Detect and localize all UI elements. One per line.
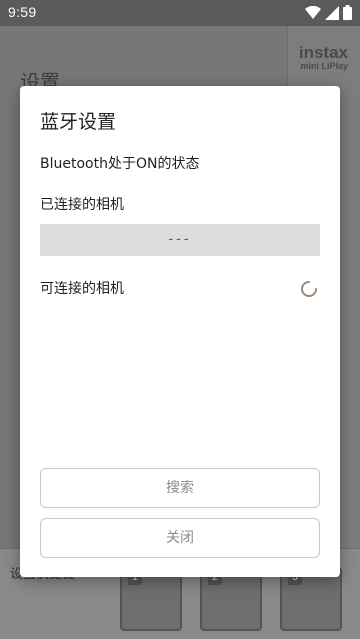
battery-icon bbox=[343, 5, 352, 20]
instax-logo: instax mini LiPlay bbox=[298, 43, 348, 71]
loading-spinner-icon bbox=[300, 280, 318, 298]
dialog-title: 蓝牙设置 bbox=[40, 111, 117, 133]
close-button[interactable]: 关闭 bbox=[40, 518, 320, 558]
status-icons bbox=[305, 5, 352, 20]
wifi-icon bbox=[305, 5, 321, 20]
bluetooth-settings-dialog: 蓝牙设置 Bluetooth处于ON的状态 已连接的相机 --- 可连接的相机 … bbox=[20, 86, 340, 577]
search-button[interactable]: 搜索 bbox=[40, 468, 320, 508]
connected-camera-row[interactable]: --- bbox=[40, 224, 320, 256]
bluetooth-status-text: Bluetooth处于ON的状态 bbox=[40, 156, 200, 172]
available-cameras-label: 可连接的相机 bbox=[40, 281, 124, 297]
connected-cameras-label: 已连接的相机 bbox=[40, 197, 124, 213]
status-bar: 9:59 bbox=[0, 0, 360, 26]
signal-icon bbox=[325, 5, 339, 20]
status-time: 9:59 bbox=[8, 4, 37, 20]
